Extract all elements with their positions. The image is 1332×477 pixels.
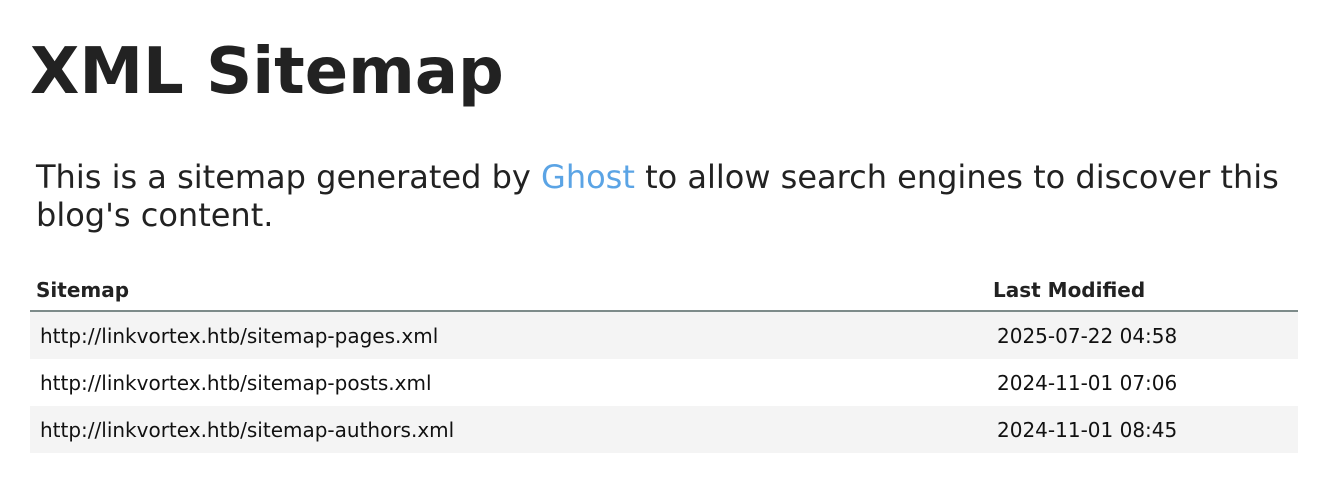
sitemap-cell: http://linkvortex.htb/sitemap-authors.xm… [30,406,987,453]
sitemap-link[interactable]: http://linkvortex.htb/sitemap-authors.xm… [40,418,454,442]
sitemap-cell: http://linkvortex.htb/sitemap-posts.xml [30,359,987,406]
sitemap-link[interactable]: http://linkvortex.htb/sitemap-pages.xml [40,324,438,348]
column-header-last-modified: Last Modified [987,278,1298,312]
table-row: http://linkvortex.htb/sitemap-pages.xml … [30,311,1298,359]
sitemap-table: Sitemap Last Modified http://linkvortex.… [30,278,1298,453]
intro-text-before: This is a sitemap generated by [36,158,542,196]
ghost-link[interactable]: Ghost [541,158,635,196]
table-header-row: Sitemap Last Modified [30,278,1298,312]
column-header-sitemap: Sitemap [30,278,987,312]
page-content: XML Sitemap This is a sitemap generated … [0,0,1332,453]
table-row: http://linkvortex.htb/sitemap-posts.xml … [30,359,1298,406]
last-modified-cell: 2025-07-22 04:58 [987,311,1298,359]
sitemap-link[interactable]: http://linkvortex.htb/sitemap-posts.xml [40,371,432,395]
intro-text: This is a sitemap generated by Ghost to … [36,158,1298,234]
last-modified-cell: 2024-11-01 07:06 [987,359,1298,406]
sitemap-cell: http://linkvortex.htb/sitemap-pages.xml [30,311,987,359]
last-modified-cell: 2024-11-01 08:45 [987,406,1298,453]
table-row: http://linkvortex.htb/sitemap-authors.xm… [30,406,1298,453]
page-title: XML Sitemap [30,35,504,109]
